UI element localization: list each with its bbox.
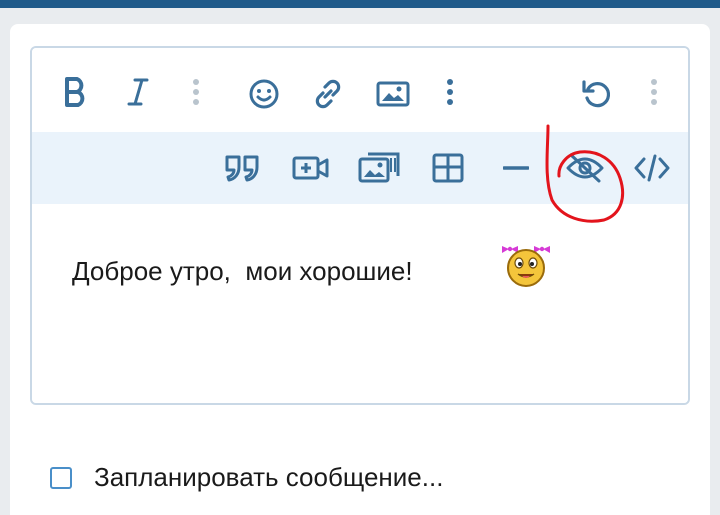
eye-slash-icon	[565, 153, 605, 183]
spoiler-button[interactable]	[562, 148, 608, 188]
insert-gallery-button[interactable]	[356, 146, 402, 188]
quote-icon	[224, 153, 262, 183]
gallery-icon	[358, 149, 400, 185]
minus-icon	[503, 165, 529, 171]
top-header-bar	[0, 0, 720, 8]
more-insert-options-button[interactable]	[438, 74, 462, 110]
bold-button[interactable]	[56, 72, 96, 112]
schedule-checkbox[interactable]	[50, 466, 72, 489]
italic-button[interactable]	[118, 72, 158, 112]
table-icon	[432, 153, 464, 183]
editor-toolbar-primary	[32, 48, 688, 132]
schedule-label: Запланировать сообщение...	[94, 462, 444, 492]
smiley-icon	[248, 78, 280, 110]
smiley-with-bows-icon	[496, 238, 556, 295]
undo-button[interactable]	[576, 74, 616, 114]
code-icon	[634, 153, 670, 183]
vertical-dots-icon	[192, 78, 200, 106]
reply-card: Доброе утро, мои хорошие! Запланировать …	[10, 24, 710, 515]
insert-video-button[interactable]	[290, 148, 332, 188]
link-icon	[311, 77, 345, 111]
vertical-dots-icon	[446, 78, 454, 106]
insert-link-button[interactable]	[308, 74, 348, 114]
message-editor: Доброе утро, мои хорошие!	[30, 46, 690, 405]
quote-button[interactable]	[222, 148, 264, 188]
emoji-button[interactable]	[244, 74, 284, 114]
schedule-message-option[interactable]: Запланировать сообщение...	[50, 462, 443, 493]
editor-toolbar-secondary	[32, 132, 688, 204]
code-button[interactable]	[632, 148, 672, 188]
message-text-area[interactable]: Доброе утро, мои хорошие!	[32, 204, 688, 403]
insert-image-button[interactable]	[372, 74, 414, 114]
more-options-button[interactable]	[642, 74, 666, 110]
vertical-dots-icon	[650, 78, 658, 106]
message-text: Доброе утро, мои хорошие!	[72, 256, 413, 286]
horizontal-line-button[interactable]	[496, 148, 536, 188]
bold-icon	[63, 77, 89, 107]
image-icon	[376, 80, 410, 108]
more-text-options-button[interactable]	[184, 74, 208, 110]
video-plus-icon	[292, 154, 330, 182]
undo-icon	[580, 78, 612, 110]
insert-table-button[interactable]	[428, 148, 468, 188]
italic-icon	[127, 77, 149, 107]
